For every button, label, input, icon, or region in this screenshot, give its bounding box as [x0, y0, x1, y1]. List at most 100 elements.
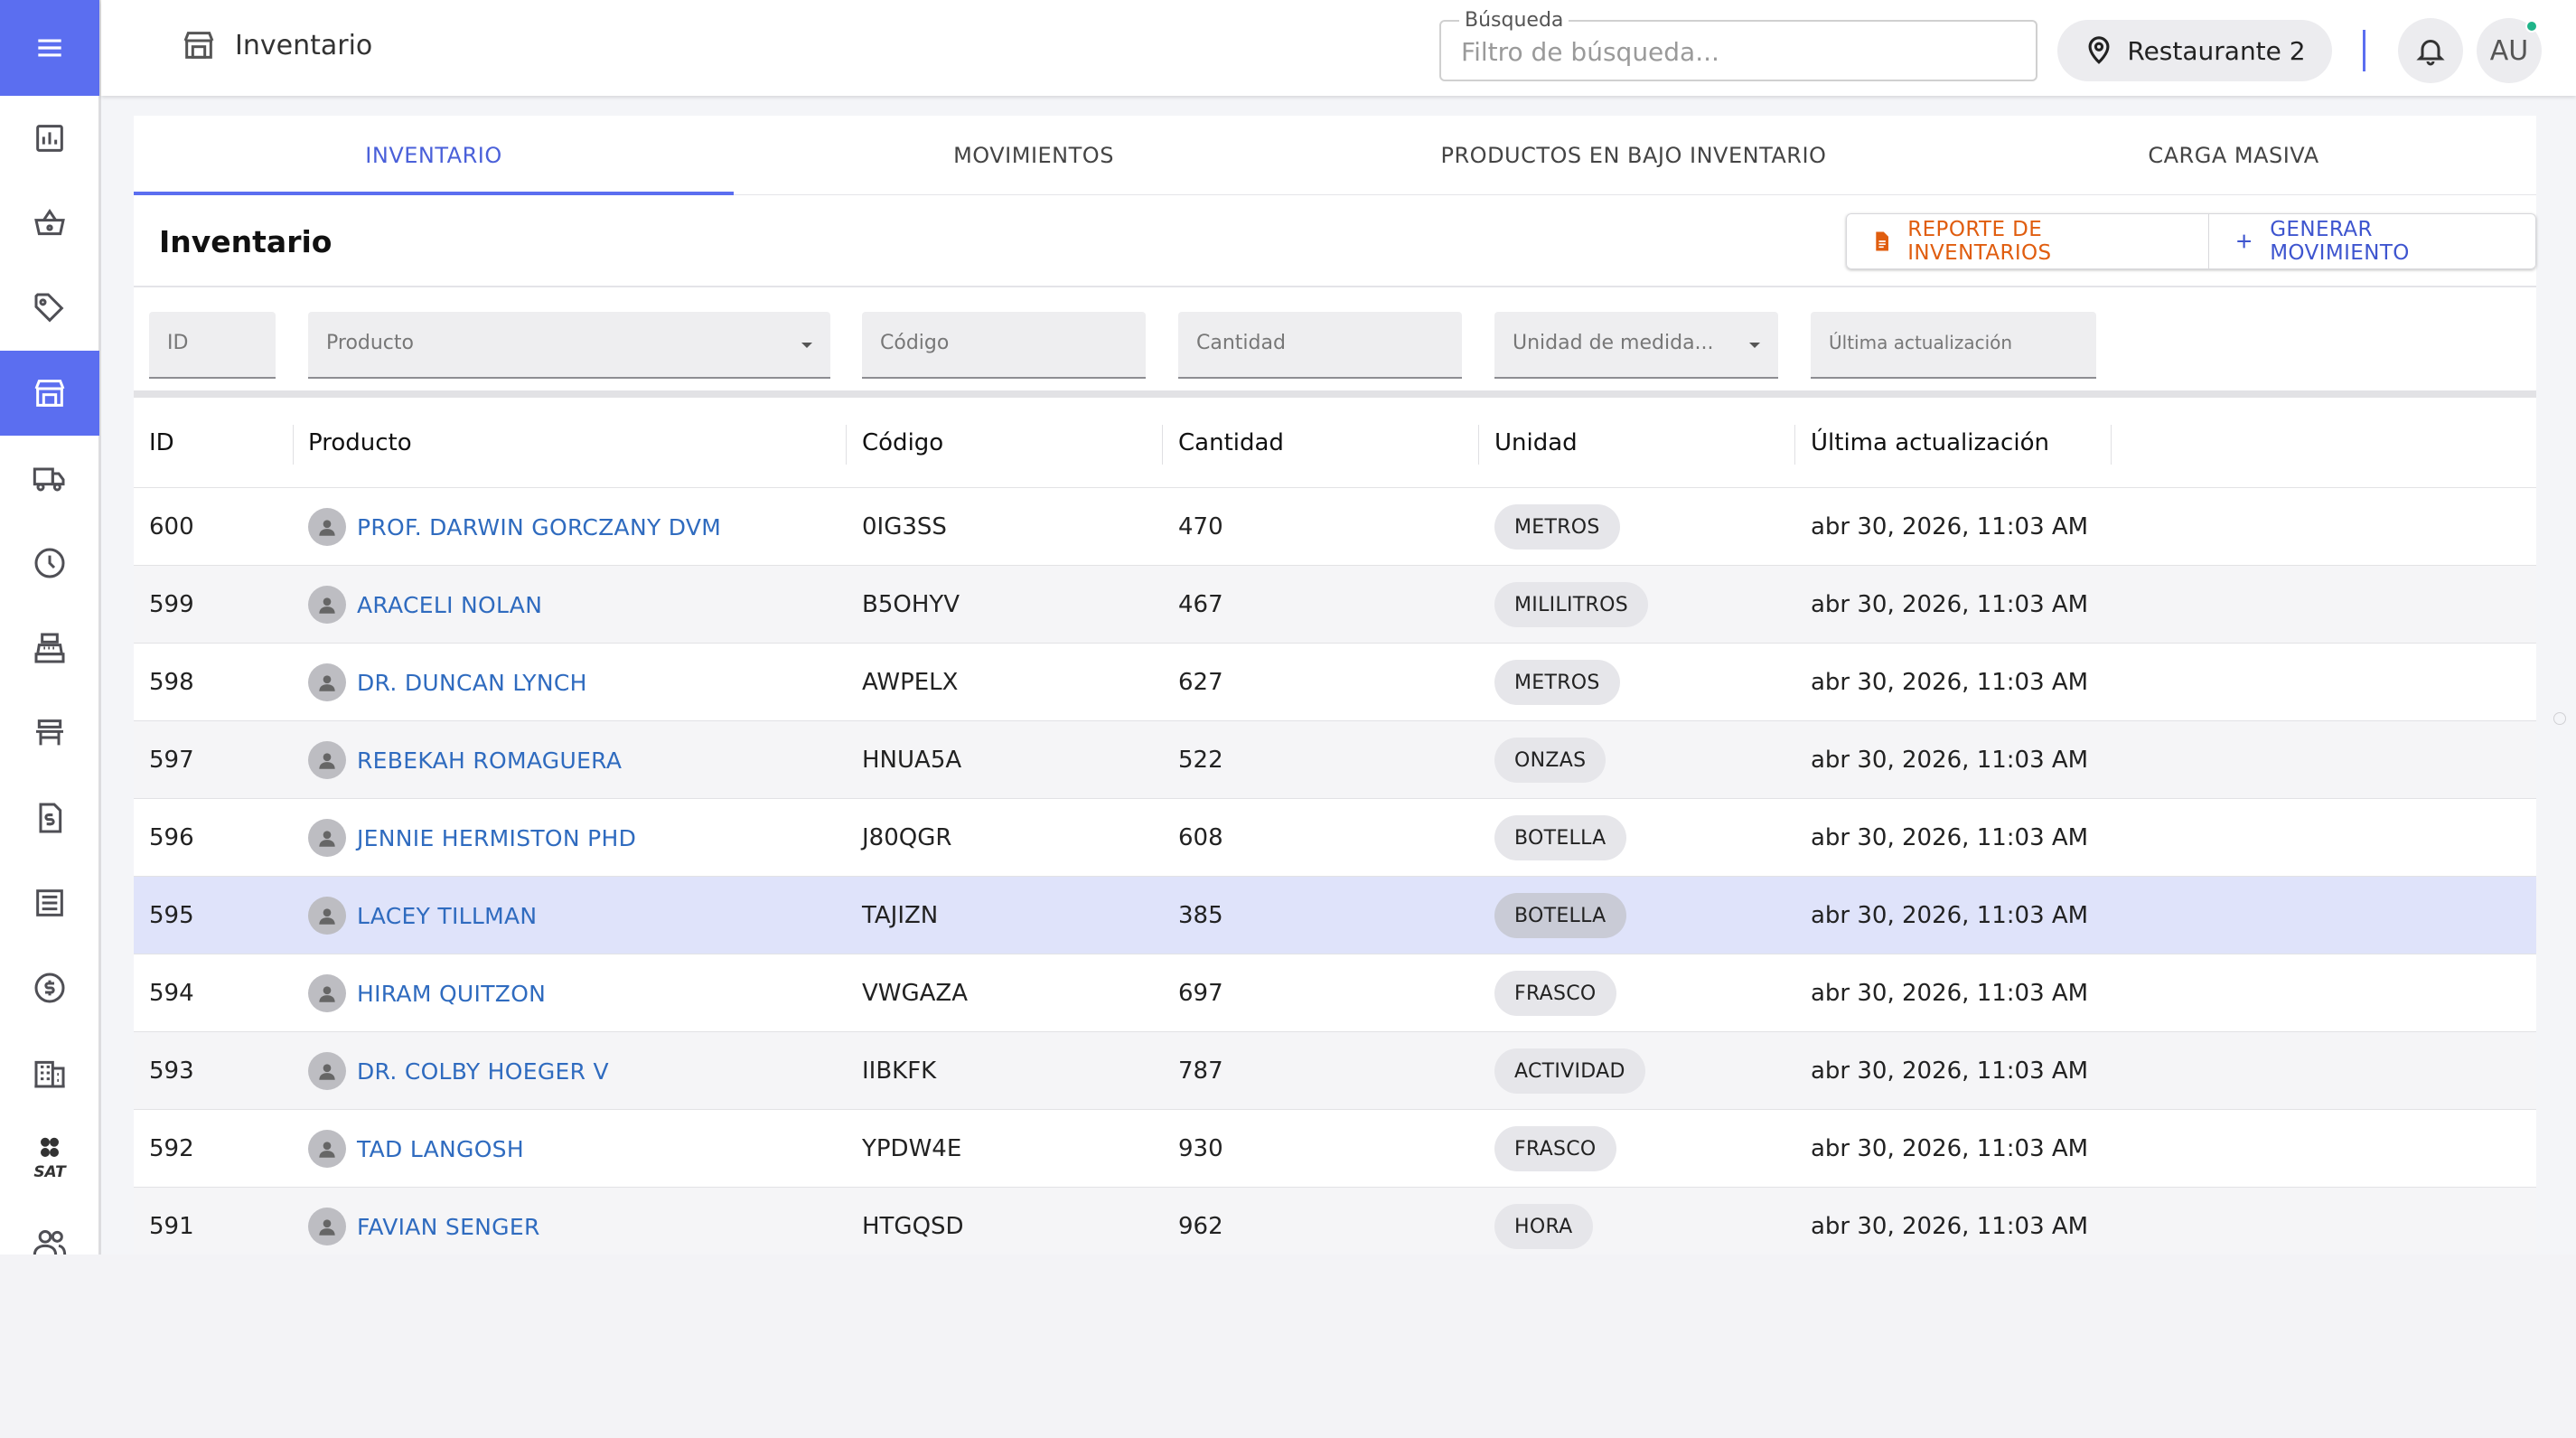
product-link[interactable]: ARACELI NOLAN [357, 592, 542, 618]
tab-inventario[interactable]: INVENTARIO [134, 116, 734, 195]
filter-producto[interactable] [308, 312, 830, 379]
table-row[interactable]: 597 REBEKAH ROMAGUERA HNUA5A 522 ONZAS a… [134, 721, 2536, 799]
table-row[interactable]: 598 DR. DUNCAN LYNCH AWPELX 627 METROS a… [134, 644, 2536, 721]
cell-unidad: MILILITROS [1494, 566, 1648, 644]
tab-carga-masiva[interactable]: CARGA MASIVA [1934, 116, 2534, 195]
sidebar-item-basket[interactable] [0, 181, 99, 266]
hamburger-icon [38, 39, 61, 57]
filter-unidad-select[interactable] [1513, 332, 1754, 354]
search-field[interactable]: Búsqueda [1439, 9, 2037, 81]
page-title: Inventario [235, 29, 373, 61]
restaurant-selector-button[interactable]: Restaurante 2 [2057, 20, 2332, 81]
cell-producto: ARACELI NOLAN [308, 566, 542, 644]
filter-cantidad[interactable] [1178, 312, 1462, 379]
cell-actualizacion: abr 30, 2026, 11:03 AM [1811, 824, 2089, 851]
filter-actualizacion[interactable] [1811, 312, 2096, 379]
sidebar-item-tags[interactable] [0, 266, 99, 351]
product-link[interactable]: LACEY TILLMAN [357, 903, 537, 929]
sidebar-item-lists[interactable] [0, 860, 99, 945]
filter-id[interactable] [149, 312, 276, 379]
column-header-codigo[interactable]: Código [862, 398, 943, 488]
page-title-group: Inventario [181, 27, 372, 63]
cell-codigo: IIBKFK [862, 1057, 937, 1085]
generate-movement-button[interactable]: GENERAR MOVIMIENTO [2208, 213, 2536, 269]
cell-unidad: HORA [1494, 1188, 1593, 1255]
column-header-unidad[interactable]: Unidad [1494, 398, 1578, 488]
filter-codigo-input[interactable] [880, 332, 1121, 354]
cell-id: 592 [149, 1135, 194, 1162]
sidebar-item-reports[interactable] [0, 96, 99, 181]
cell-cantidad: 930 [1178, 1135, 1223, 1162]
search-input[interactable] [1461, 36, 2003, 67]
cell-codigo: 0IG3SS [862, 513, 947, 540]
filter-cantidad-input[interactable] [1196, 332, 1438, 354]
unit-chip: FRASCO [1494, 1126, 1616, 1171]
sidebar-item-tables[interactable] [0, 691, 99, 775]
generate-movement-label: GENERAR MOVIMIENTO [2270, 218, 2410, 265]
sidebar-item-payments[interactable] [0, 945, 99, 1030]
tab-bajo-inventario[interactable]: PRODUCTOS EN BAJO INVENTARIO [1334, 116, 1934, 195]
sidebar-item-history[interactable] [0, 521, 99, 606]
sidebar-item-delivery[interactable] [0, 436, 99, 521]
table-row[interactable]: 591 FAVIAN SENGER HTGQSD 962 HORA abr 30… [134, 1188, 2536, 1255]
cell-unidad: ACTIVIDAD [1494, 1032, 1645, 1110]
column-header-actualizacion[interactable]: Última actualización [1811, 398, 2049, 488]
sidebar-item-company[interactable] [0, 1030, 99, 1115]
filter-codigo[interactable] [862, 312, 1146, 379]
sidebar-item-cash-register[interactable] [0, 606, 99, 691]
cell-actualizacion: abr 30, 2026, 11:03 AM [1811, 1213, 2089, 1240]
product-link[interactable]: DR. DUNCAN LYNCH [357, 670, 587, 696]
sidebar-item-users[interactable] [0, 1200, 99, 1255]
table-row[interactable]: 593 DR. COLBY HOEGER V IIBKFK 787 ACTIVI… [134, 1032, 2536, 1110]
column-header-cantidad[interactable]: Cantidad [1178, 398, 1284, 488]
cell-id: 593 [149, 1057, 194, 1085]
filter-producto-select[interactable] [326, 332, 771, 354]
unit-chip: MILILITROS [1494, 582, 1648, 627]
product-link[interactable]: JENNIE HERMISTON PHD [357, 825, 636, 851]
table-row[interactable]: 600 PROF. DARWIN GORCZANY DVM 0IG3SS 470… [134, 488, 2536, 566]
scroll-indicator[interactable] [2553, 712, 2566, 725]
cell-unidad: FRASCO [1494, 1110, 1616, 1188]
menu-toggle-button[interactable] [0, 0, 99, 96]
table-row[interactable]: 592 TAD LANGOSH YPDW4E 930 FRASCO abr 30… [134, 1110, 2536, 1188]
notifications-button[interactable] [2398, 18, 2463, 83]
cell-id: 591 [149, 1213, 194, 1240]
product-avatar-icon [308, 1052, 346, 1090]
product-link[interactable]: FAVIAN SENGER [357, 1214, 540, 1240]
product-link[interactable]: REBEKAH ROMAGUERA [357, 747, 622, 774]
column-header-id[interactable]: ID [149, 398, 174, 488]
product-avatar-icon [308, 741, 346, 779]
table-row[interactable]: 599 ARACELI NOLAN B5OHYV 467 MILILITROS … [134, 566, 2536, 644]
filter-id-input[interactable] [167, 332, 275, 354]
column-separator [1162, 425, 1163, 465]
filter-actualizacion-input[interactable] [1829, 332, 2072, 353]
sidebar-item-sat[interactable]: SAT [0, 1115, 99, 1200]
sidebar-item-inventory[interactable] [0, 351, 99, 436]
inventory-card: INVENTARIO MOVIMIENTOS PRODUCTOS EN BAJO… [134, 116, 2536, 1255]
column-separator [2111, 425, 2112, 465]
product-avatar-icon [308, 508, 346, 546]
unit-chip: ONZAS [1494, 738, 1606, 783]
table-row[interactable]: 594 HIRAM QUITZON VWGAZA 697 FRASCO abr … [134, 954, 2536, 1032]
cell-id: 597 [149, 747, 194, 774]
column-header-producto[interactable]: Producto [308, 398, 412, 488]
reports-icon [36, 125, 63, 152]
cell-producto: HIRAM QUITZON [308, 954, 546, 1032]
product-link[interactable]: HIRAM QUITZON [357, 981, 546, 1007]
sidebar-item-invoices[interactable] [0, 775, 99, 860]
filter-unidad[interactable] [1494, 312, 1778, 379]
tab-movimientos[interactable]: MOVIMIENTOS [734, 116, 1334, 195]
cell-unidad: BOTELLA [1494, 799, 1626, 877]
card-title: Inventario [159, 224, 333, 259]
table-row[interactable]: 596 JENNIE HERMISTON PHD J80QGR 608 BOTE… [134, 799, 2536, 877]
cell-codigo: HTGQSD [862, 1213, 964, 1240]
inventory-report-button[interactable]: REPORTE DE INVENTARIOS [1846, 213, 2209, 269]
product-link[interactable]: DR. COLBY HOEGER V [357, 1058, 609, 1085]
unit-chip: BOTELLA [1494, 815, 1626, 860]
product-link[interactable]: PROF. DARWIN GORCZANY DVM [357, 514, 721, 540]
product-avatar-icon [308, 897, 346, 935]
product-link[interactable]: TAD LANGOSH [357, 1136, 524, 1162]
card-header: Inventario REPORTE DE INVENTARIOS GENERA… [134, 195, 2536, 287]
cell-codigo: J80QGR [862, 824, 952, 851]
table-row-selected[interactable]: 595 LACEY TILLMAN TAJIZN 385 BOTELLA abr… [134, 877, 2536, 954]
